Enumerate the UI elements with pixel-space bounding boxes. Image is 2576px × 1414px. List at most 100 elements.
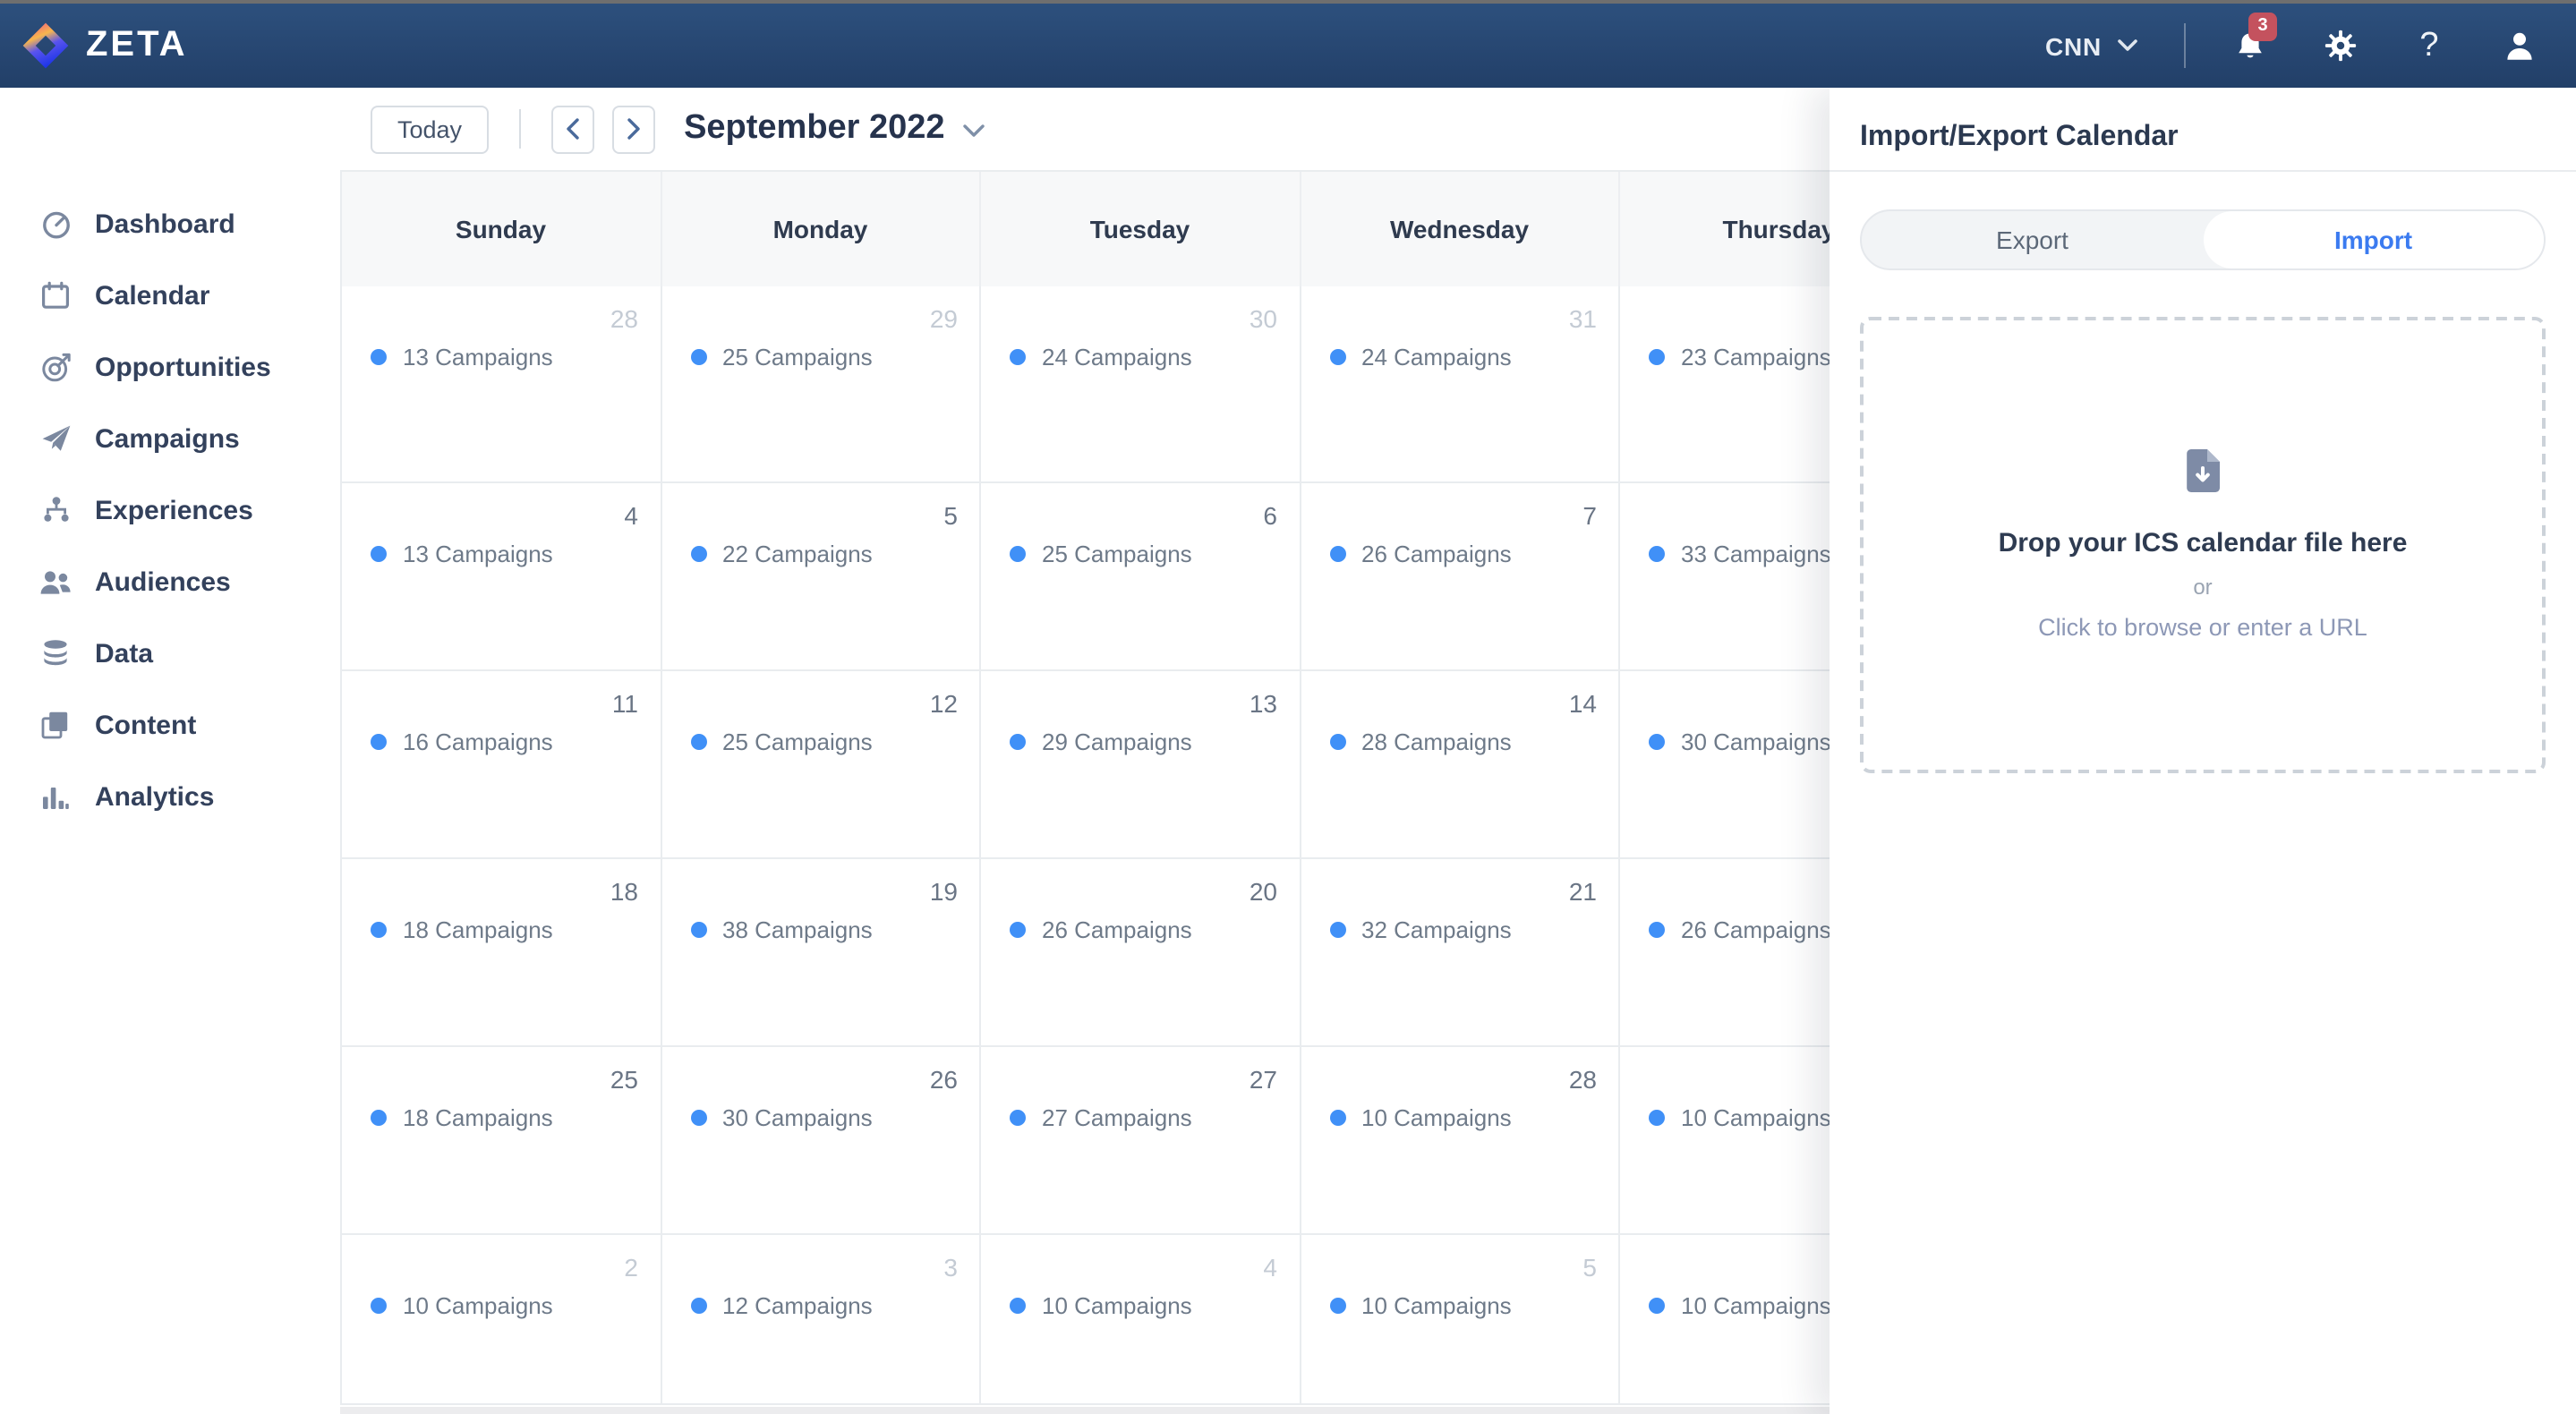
calendar-day-cell[interactable]: 5 10 Campaigns (1301, 1235, 1620, 1403)
calendar-day-cell[interactable]: 19 38 Campaigns (661, 859, 981, 1045)
calendar-week-row: 2 10 Campaigns 3 12 Campaigns (342, 1235, 1939, 1405)
calendar-day-cell[interactable]: 14 28 Campaigns (1301, 671, 1620, 857)
sidebar-item-label: Calendar (95, 280, 209, 311)
sidebar-item-label: Dashboard (95, 209, 235, 239)
browse-link[interactable]: Click to browse or enter a URL (2038, 614, 2367, 641)
campaign-event[interactable]: 25 Campaigns (690, 728, 873, 755)
sidebar-item-campaigns[interactable]: Campaigns (0, 403, 340, 474)
calendar-day-cell[interactable]: 29 25 Campaigns (661, 286, 981, 481)
campaign-count-label: 28 Campaigns (1361, 728, 1512, 755)
day-number: 25 (610, 1065, 638, 1094)
calendar-day-cell[interactable]: 30 24 Campaigns (981, 286, 1301, 481)
ics-dropzone[interactable]: Drop your ICS calendar file here or Clic… (1860, 317, 2546, 773)
notifications-button[interactable]: 3 (2229, 22, 2272, 69)
prev-month-button[interactable] (551, 105, 594, 153)
next-month-button[interactable] (612, 105, 655, 153)
campaign-event[interactable]: 33 Campaigns (1649, 541, 1831, 567)
tab-export[interactable]: Export (1862, 211, 2203, 268)
panel-title: Import/Export Calendar (1830, 88, 2576, 154)
calendar-day-cell[interactable]: 27 27 Campaigns (981, 1047, 1301, 1233)
sidebar-item-dashboard[interactable]: Dashboard (0, 188, 340, 260)
campaign-event[interactable]: 10 Campaigns (371, 1292, 553, 1319)
campaign-event[interactable]: 28 Campaigns (1329, 728, 1512, 755)
sidebar-item-experiences[interactable]: Experiences (0, 474, 340, 546)
calendar-day-cell[interactable]: 4 10 Campaigns (981, 1235, 1301, 1403)
campaign-event[interactable]: 26 Campaigns (1649, 916, 1831, 943)
month-selector[interactable]: September 2022 (684, 109, 985, 149)
campaign-event[interactable]: 18 Campaigns (371, 1104, 553, 1131)
tab-import[interactable]: Import (2203, 211, 2544, 268)
calendar-day-cell[interactable]: 4 13 Campaigns (342, 483, 661, 669)
account-switcher[interactable]: CNN (2045, 31, 2137, 60)
campaign-event[interactable]: 24 Campaigns (1010, 344, 1192, 371)
calendar-day-cell[interactable]: 21 32 Campaigns (1301, 859, 1620, 1045)
settings-button[interactable] (2318, 22, 2361, 69)
campaign-event[interactable]: 24 Campaigns (1329, 344, 1512, 371)
calendar-day-cell[interactable]: 6 25 Campaigns (981, 483, 1301, 669)
campaign-count-label: 22 Campaigns (722, 541, 873, 567)
campaign-count-label: 10 Campaigns (403, 1292, 553, 1319)
today-button[interactable]: Today (371, 105, 489, 153)
calendar-day-cell[interactable]: 20 26 Campaigns (981, 859, 1301, 1045)
day-number: 30 (1250, 304, 1277, 333)
account-name: CNN (2045, 31, 2102, 60)
profile-button[interactable] (2497, 22, 2540, 69)
campaign-event[interactable]: 27 Campaigns (1010, 1104, 1192, 1131)
calendar-day-cell[interactable]: 2 10 Campaigns (342, 1235, 661, 1403)
campaign-event[interactable]: 26 Campaigns (1329, 541, 1512, 567)
campaign-event[interactable]: 25 Campaigns (690, 344, 873, 371)
event-dot-icon (1010, 734, 1026, 750)
campaign-event[interactable]: 12 Campaigns (690, 1292, 873, 1319)
calendar-day-cell[interactable]: 7 26 Campaigns (1301, 483, 1620, 669)
campaign-count-label: 10 Campaigns (1681, 1104, 1831, 1131)
event-dot-icon (1329, 546, 1345, 562)
campaign-event[interactable]: 13 Campaigns (371, 541, 553, 567)
calendar-day-cell[interactable]: 3 12 Campaigns (661, 1235, 981, 1403)
calendar-day-cell[interactable]: 11 16 Campaigns (342, 671, 661, 857)
campaign-count-label: 10 Campaigns (1361, 1292, 1512, 1319)
campaign-event[interactable]: 10 Campaigns (1649, 1104, 1831, 1131)
event-dot-icon (1649, 734, 1665, 750)
calendar-day-cell[interactable]: 18 18 Campaigns (342, 859, 661, 1045)
sidebar-item-opportunities[interactable]: Opportunities (0, 331, 340, 403)
campaign-event[interactable]: 22 Campaigns (690, 541, 873, 567)
campaign-event[interactable]: 38 Campaigns (690, 916, 873, 943)
sidebar-item-label: Experiences (95, 495, 253, 525)
file-download-icon (2186, 449, 2220, 492)
campaign-event[interactable]: 26 Campaigns (1010, 916, 1192, 943)
campaign-count-label: 13 Campaigns (403, 344, 553, 371)
notification-badge: 3 (2248, 12, 2277, 40)
campaign-event[interactable]: 10 Campaigns (1649, 1292, 1831, 1319)
calendar-day-cell[interactable]: 26 30 Campaigns (661, 1047, 981, 1233)
campaign-event[interactable]: 30 Campaigns (1649, 728, 1831, 755)
help-button[interactable]: ? (2408, 22, 2451, 69)
calendar-day-cell[interactable]: 28 10 Campaigns (1301, 1047, 1620, 1233)
campaign-event[interactable]: 30 Campaigns (690, 1104, 873, 1131)
user-icon (2503, 30, 2534, 61)
campaign-event[interactable]: 10 Campaigns (1329, 1292, 1512, 1319)
brand[interactable]: ZETA (21, 21, 187, 70)
sidebar-item-label: Content (95, 710, 196, 740)
sidebar-item-audiences[interactable]: Audiences (0, 546, 340, 618)
event-dot-icon (1010, 922, 1026, 938)
campaign-event[interactable]: 10 Campaigns (1329, 1104, 1512, 1131)
campaign-event[interactable]: 10 Campaigns (1010, 1292, 1192, 1319)
campaign-event[interactable]: 29 Campaigns (1010, 728, 1192, 755)
campaign-event[interactable]: 23 Campaigns (1649, 344, 1831, 371)
sidebar-item-analytics[interactable]: Analytics (0, 761, 340, 832)
campaign-event[interactable]: 16 Campaigns (371, 728, 553, 755)
calendar-day-cell[interactable]: 5 22 Campaigns (661, 483, 981, 669)
campaign-event[interactable]: 25 Campaigns (1010, 541, 1192, 567)
calendar-day-cell[interactable]: 13 29 Campaigns (981, 671, 1301, 857)
calendar-day-cell[interactable]: 12 25 Campaigns (661, 671, 981, 857)
sidebar-item-data[interactable]: Data (0, 618, 340, 689)
day-number: 12 (930, 689, 958, 718)
sidebar-item-calendar[interactable]: Calendar (0, 260, 340, 331)
calendar-day-cell[interactable]: 25 18 Campaigns (342, 1047, 661, 1233)
calendar-day-cell[interactable]: 31 24 Campaigns (1301, 286, 1620, 481)
calendar-day-cell[interactable]: 28 13 Campaigns (342, 286, 661, 481)
campaign-event[interactable]: 18 Campaigns (371, 916, 553, 943)
campaign-event[interactable]: 32 Campaigns (1329, 916, 1512, 943)
campaign-event[interactable]: 13 Campaigns (371, 344, 553, 371)
sidebar-item-content[interactable]: Content (0, 689, 340, 761)
